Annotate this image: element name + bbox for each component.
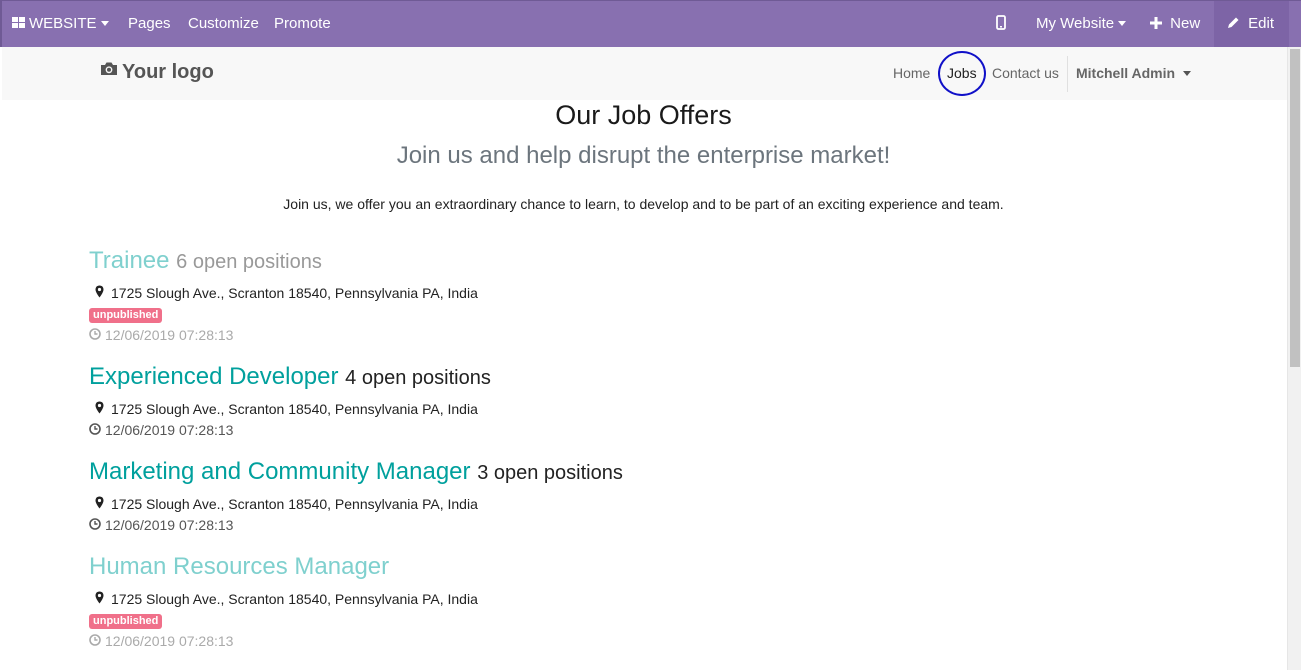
pencil-icon xyxy=(1228,17,1239,29)
customize-menu[interactable]: Customize xyxy=(188,1,259,48)
my-website-label: My Website xyxy=(1036,15,1115,32)
job-address: 1725 Slough Ave., Scranton 18540, Pennsy… xyxy=(89,285,478,301)
address-text: 1725 Slough Ave., Scranton 18540, Pennsy… xyxy=(111,285,478,301)
new-button[interactable]: New xyxy=(1150,1,1200,48)
open-positions: 3 open positions xyxy=(477,462,623,484)
job-link[interactable]: Experienced Developer xyxy=(89,363,338,390)
unpublished-badge: unpublished xyxy=(89,308,163,323)
job-title: Human Resources Manager xyxy=(89,553,389,581)
logo-text: Your logo xyxy=(122,61,214,83)
pages-menu[interactable]: Pages xyxy=(128,1,171,48)
apps-icon xyxy=(12,16,25,29)
map-marker-icon xyxy=(92,285,106,301)
open-positions: 4 open positions xyxy=(345,367,491,389)
site-logo[interactable]: Your logo xyxy=(100,61,214,84)
nav-jobs[interactable]: Jobs xyxy=(947,47,977,100)
job-title: Trainee 6 open positions xyxy=(89,247,322,275)
user-name: Mitchell Admin xyxy=(1076,65,1176,81)
job-title: Experienced Developer 4 open positions xyxy=(89,363,491,391)
job-address: 1725 Slough Ave., Scranton 18540, Pennsy… xyxy=(89,496,478,512)
user-menu[interactable]: Mitchell Admin xyxy=(1076,47,1192,100)
date-text: 12/06/2019 07:28:13 xyxy=(105,422,234,438)
page-subtitle: Join us and help disrupt the enterprise … xyxy=(396,142,891,169)
clock-icon xyxy=(89,327,101,343)
job-address: 1725 Slough Ave., Scranton 18540, Pennsy… xyxy=(89,591,478,607)
clock-icon xyxy=(89,633,101,649)
address-text: 1725 Slough Ave., Scranton 18540, Pennsy… xyxy=(111,591,478,607)
scrollbar-thumb[interactable] xyxy=(1290,49,1300,367)
job-link[interactable]: Trainee xyxy=(89,247,169,274)
edit-label: Edit xyxy=(1248,15,1275,32)
promote-menu[interactable]: Promote xyxy=(274,1,331,48)
website-menu[interactable]: WEBSITE xyxy=(12,1,109,48)
job-item: Experienced Developer 4 open positions 1… xyxy=(89,363,491,438)
nav-contact-us[interactable]: Contact us xyxy=(992,47,1059,100)
page-description: Join us, we offer you an extraordinary c… xyxy=(283,196,1004,212)
new-label: New xyxy=(1170,15,1201,32)
clock-icon xyxy=(89,422,101,438)
nav-home[interactable]: Home xyxy=(893,47,930,100)
map-marker-icon xyxy=(92,591,106,607)
address-text: 1725 Slough Ave., Scranton 18540, Pennsy… xyxy=(111,401,478,417)
nav-divider xyxy=(1067,56,1068,92)
unpublished-badge: unpublished xyxy=(89,614,163,629)
job-date: 12/06/2019 07:28:13 xyxy=(89,327,233,343)
job-title: Marketing and Community Manager 3 open p… xyxy=(89,458,623,486)
plus-icon xyxy=(1150,16,1162,29)
job-date: 12/06/2019 07:28:13 xyxy=(89,633,233,649)
job-link[interactable]: Marketing and Community Manager xyxy=(89,458,471,485)
date-text: 12/06/2019 07:28:13 xyxy=(105,327,234,343)
job-address: 1725 Slough Ave., Scranton 18540, Pennsy… xyxy=(89,401,478,417)
address-text: 1725 Slough Ave., Scranton 18540, Pennsy… xyxy=(111,496,478,512)
map-marker-icon xyxy=(92,401,106,417)
date-text: 12/06/2019 07:28:13 xyxy=(105,517,234,533)
open-positions: 6 open positions xyxy=(176,251,322,273)
job-date: 12/06/2019 07:28:13 xyxy=(89,517,233,533)
chevron-down-icon xyxy=(100,20,109,26)
job-item: Trainee 6 open positions 1725 Slough Ave… xyxy=(89,247,478,343)
job-item: Human Resources Manager 1725 Slough Ave.… xyxy=(89,553,478,649)
chevron-down-icon xyxy=(1183,70,1192,76)
mobile-preview-button[interactable] xyxy=(996,1,1006,48)
my-website-menu[interactable]: My Website xyxy=(1036,1,1127,48)
clock-icon xyxy=(89,517,101,533)
admin-bar: WEBSITE Pages Customize Promote My Websi… xyxy=(0,0,1301,48)
job-date: 12/06/2019 07:28:13 xyxy=(89,422,233,438)
website-menu-label: WEBSITE xyxy=(29,15,97,32)
date-text: 12/06/2019 07:28:13 xyxy=(105,633,234,649)
mobile-icon xyxy=(996,15,1006,30)
camera-icon xyxy=(100,59,118,82)
page-title: Our Job Offers xyxy=(555,100,732,130)
job-item: Marketing and Community Manager 3 open p… xyxy=(89,458,623,533)
page-scrollbar[interactable] xyxy=(1287,47,1301,670)
edit-button[interactable]: Edit xyxy=(1214,1,1289,48)
job-link[interactable]: Human Resources Manager xyxy=(89,553,389,580)
chevron-down-icon xyxy=(1118,20,1127,26)
site-header: Your logo Home Jobs Contact us Mitchell … xyxy=(2,47,1287,100)
map-marker-icon xyxy=(92,496,106,512)
